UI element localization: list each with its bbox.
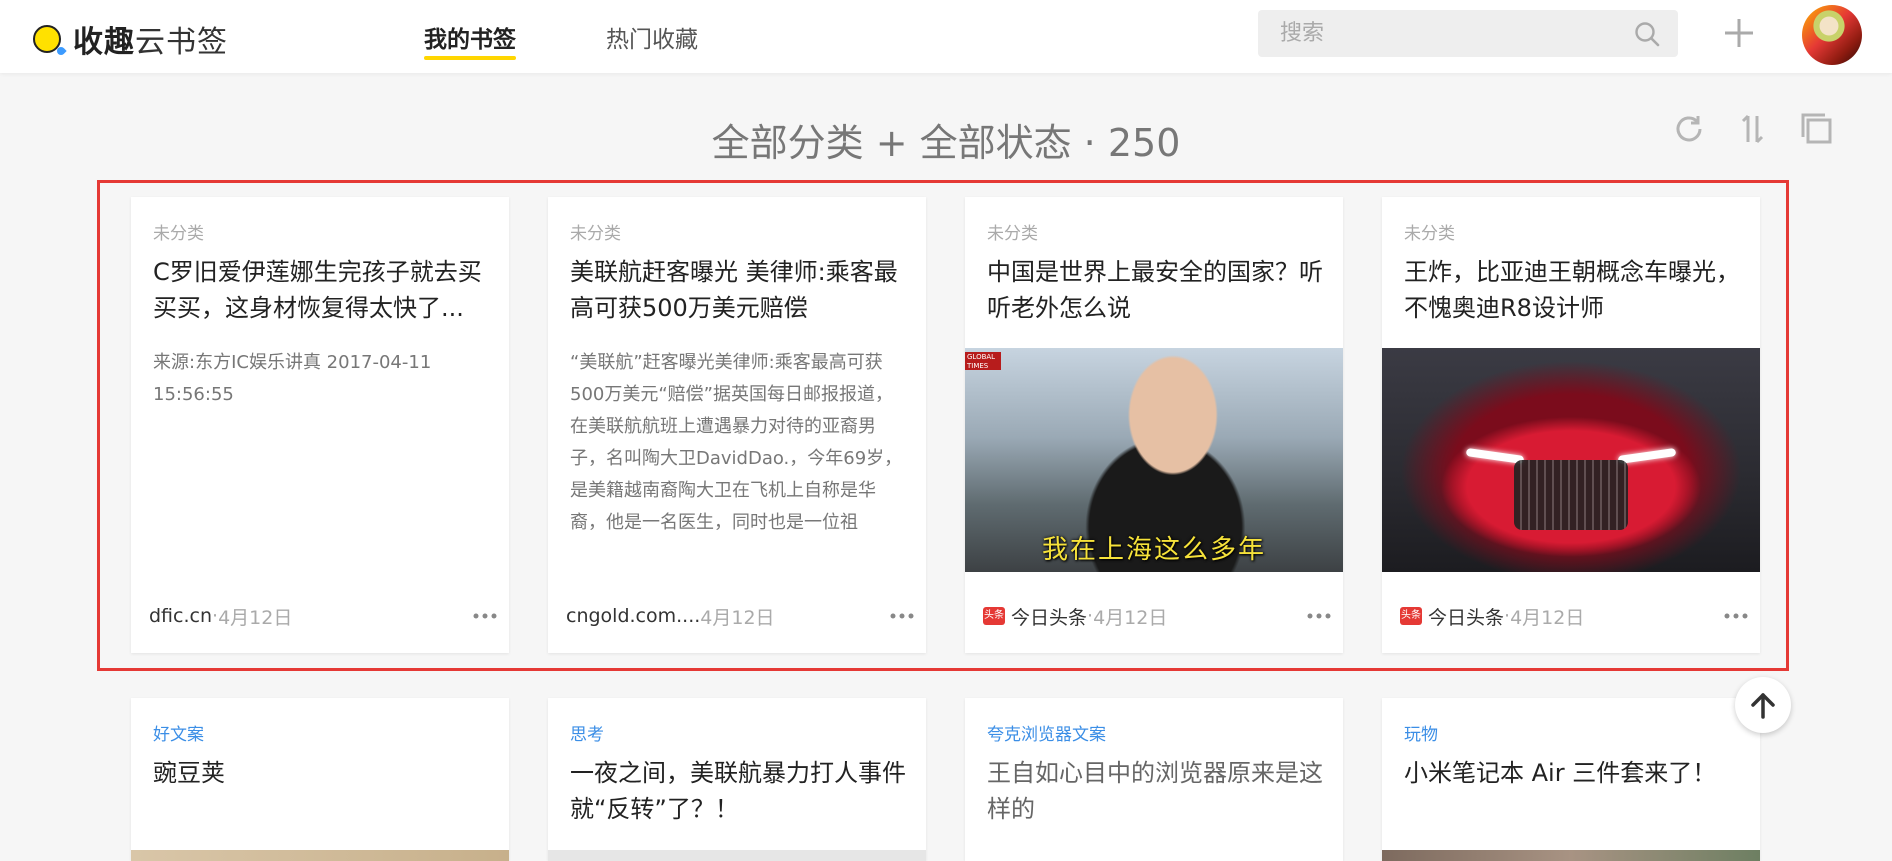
global-times-logo: GLOBAL TIMES: [965, 352, 1001, 370]
page-title: 全部分类 + 全部状态 · 250: [711, 121, 1181, 165]
more-icon[interactable]: [1305, 605, 1333, 627]
arrow-up-icon: [1751, 693, 1775, 719]
bookmark-card[interactable]: 夸克浏览器文案 王自如心目中的浏览器原来是这样的: [965, 698, 1343, 861]
card-source[interactable]: 今日头条: [1428, 603, 1504, 630]
card-thumbnail[interactable]: [131, 850, 509, 861]
user-avatar[interactable]: [1802, 5, 1862, 65]
bookmark-card[interactable]: 好文案 豌豆荚: [131, 698, 509, 861]
card-source[interactable]: dfic.cn: [149, 605, 212, 627]
bookmark-card[interactable]: 未分类 王炸，比亚迪王朝概念车曝光，不愧奥迪R8设计师 头条 今日头条 · 4月…: [1382, 197, 1760, 653]
card-footer: 头条 今日头条 · 4月12日: [1400, 603, 1750, 629]
bookmark-card[interactable]: 玩物 小米笔记本 Air 三件套来了！: [1382, 698, 1760, 861]
card-thumbnail[interactable]: [1382, 850, 1760, 861]
card-category[interactable]: 未分类: [987, 219, 1038, 244]
toutiao-badge-icon: 头条: [1400, 607, 1422, 625]
card-category[interactable]: 未分类: [570, 219, 621, 244]
card-category[interactable]: 玩物: [1404, 720, 1438, 745]
card-category[interactable]: 夸克浏览器文案: [987, 720, 1106, 745]
card-category[interactable]: 思考: [570, 720, 604, 745]
card-footer: dfic.cn · 4月12日: [149, 603, 499, 629]
card-thumbnail[interactable]: GLOBAL TIMES 我在上海这么多年: [965, 348, 1343, 572]
search-icon[interactable]: [1634, 21, 1660, 47]
card-category[interactable]: 未分类: [153, 219, 204, 244]
card-date: 4月12日: [1510, 606, 1585, 629]
card-description: “美联航”赶客曝光美律师:乘客最高可获500万美元“赔偿”据英国每日邮报报道，在…: [570, 352, 903, 533]
card-title[interactable]: 小米笔记本 Air 三件套来了！: [1404, 755, 1744, 791]
top-header: 收趣云书签 我的书签 热门收藏: [0, 0, 1892, 73]
app-name: 收趣云书签: [73, 25, 228, 60]
bookmark-card[interactable]: 未分类 中国是世界上最安全的国家？听听老外怎么说 GLOBAL TIMES 我在…: [965, 197, 1343, 653]
card-title[interactable]: 豌豆荚: [153, 755, 493, 791]
card-thumbnail[interactable]: [1382, 348, 1760, 572]
plus-icon[interactable]: [1722, 16, 1756, 50]
card-footer: cngold.com.... 4月12日: [566, 603, 916, 629]
card-title[interactable]: 美联航赶客曝光 美律师:乘客最高可获500万美元赔偿: [570, 254, 910, 326]
card-title[interactable]: C罗旧爱伊莲娜生完孩子就去买买买，这身材恢复得太快了...: [153, 254, 493, 326]
app-logo[interactable]: 收趣云书签: [29, 17, 228, 61]
thumbnail-caption: 我在上海这么多年: [1041, 535, 1266, 565]
main-nav: 我的书签 热门收藏: [424, 20, 698, 60]
card-title[interactable]: 王炸，比亚迪王朝概念车曝光，不愧奥迪R8设计师: [1404, 254, 1744, 326]
refresh-icon[interactable]: [1671, 111, 1707, 147]
tab-my-bookmarks[interactable]: 我的书签: [424, 20, 516, 60]
card-title[interactable]: 中国是世界上最安全的国家？听听老外怎么说: [987, 254, 1327, 326]
card-description: 来源:东方IC娱乐讲真 2017-04-11 15:56:55: [153, 352, 432, 405]
card-date: 4月12日: [218, 606, 293, 629]
card-date: 4月12日: [700, 606, 775, 629]
more-icon[interactable]: [471, 605, 499, 627]
card-title[interactable]: 王自如心目中的浏览器原来是这样的: [987, 755, 1327, 827]
bookmark-card[interactable]: 未分类 美联航赶客曝光 美律师:乘客最高可获500万美元赔偿 “美联航”赶客曝光…: [548, 197, 926, 653]
card-title[interactable]: 一夜之间，美联航暴力打人事件就“反转”了？！: [570, 755, 910, 827]
more-icon[interactable]: [888, 605, 916, 627]
sort-icon[interactable]: [1735, 111, 1771, 147]
card-category[interactable]: 好文案: [153, 720, 204, 745]
more-icon[interactable]: [1722, 605, 1750, 627]
tab-popular[interactable]: 热门收藏: [606, 20, 698, 60]
card-source[interactable]: cngold.com....: [566, 605, 700, 627]
search-box: [1258, 10, 1678, 57]
bookmark-card[interactable]: 未分类 C罗旧爱伊莲娜生完孩子就去买买买，这身材恢复得太快了... 来源:东方I…: [131, 197, 509, 653]
back-to-top-button[interactable]: [1735, 677, 1791, 733]
bookmark-card[interactable]: 思考 一夜之间，美联航暴力打人事件就“反转”了？！: [548, 698, 926, 861]
card-date: 4月12日: [1093, 606, 1168, 629]
logo-sun-icon: [29, 21, 67, 57]
card-category[interactable]: 未分类: [1404, 219, 1455, 244]
card-source[interactable]: 今日头条: [1011, 603, 1087, 630]
copy-icon[interactable]: [1799, 111, 1835, 147]
card-footer: 头条 今日头条 · 4月12日: [983, 603, 1333, 629]
toutiao-badge-icon: 头条: [983, 607, 1005, 625]
search-input[interactable]: [1280, 10, 1620, 57]
card-thumbnail[interactable]: [548, 850, 926, 861]
